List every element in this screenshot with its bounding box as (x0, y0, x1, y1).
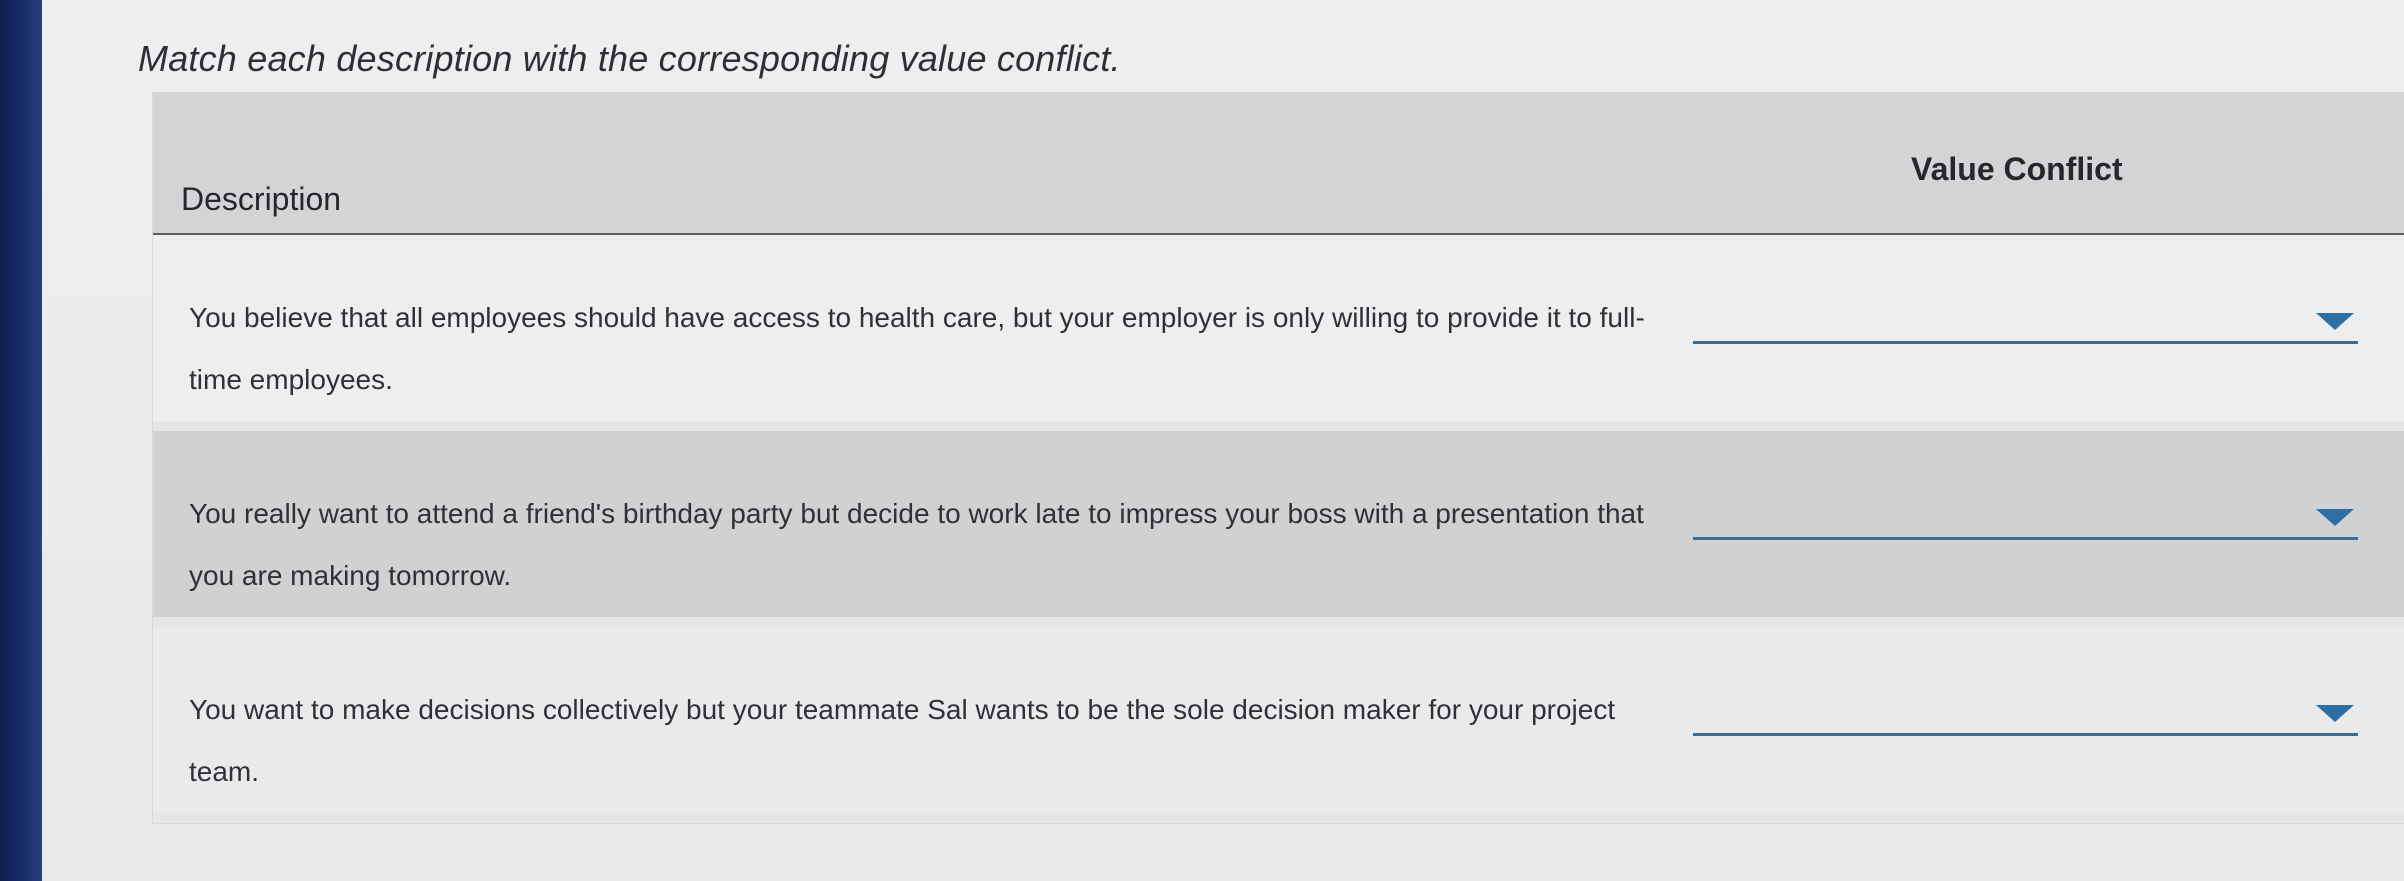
header-value-conflict: Value Conflict (1911, 151, 2123, 187)
table-row: You believe that all employees should ha… (153, 235, 2404, 421)
value-conflict-dropdown[interactable] (1693, 297, 2358, 344)
chevron-down-icon[interactable] (2316, 705, 2354, 722)
matching-table: Description Value Conflict You believe t… (152, 92, 2404, 824)
row-description: You really want to attend a friend's bir… (189, 498, 1644, 591)
row-description: You believe that all employees should ha… (189, 302, 1645, 395)
table-row: You want to make decisions collectively … (153, 627, 2404, 813)
screen-bezel (0, 0, 42, 881)
table-row: You really want to attend a friend's bir… (153, 431, 2404, 617)
value-conflict-dropdown[interactable] (1693, 689, 2358, 736)
question-instruction: Match each description with the correspo… (138, 38, 1121, 79)
chevron-down-icon[interactable] (2316, 313, 2354, 330)
row-description: You want to make decisions collectively … (189, 694, 1616, 787)
table-header: Description Value Conflict (153, 93, 2404, 235)
chevron-down-icon[interactable] (2316, 509, 2354, 526)
question-page: Match each description with the correspo… (42, 0, 2404, 881)
header-description: Description (181, 181, 342, 217)
value-conflict-dropdown[interactable] (1693, 493, 2358, 540)
